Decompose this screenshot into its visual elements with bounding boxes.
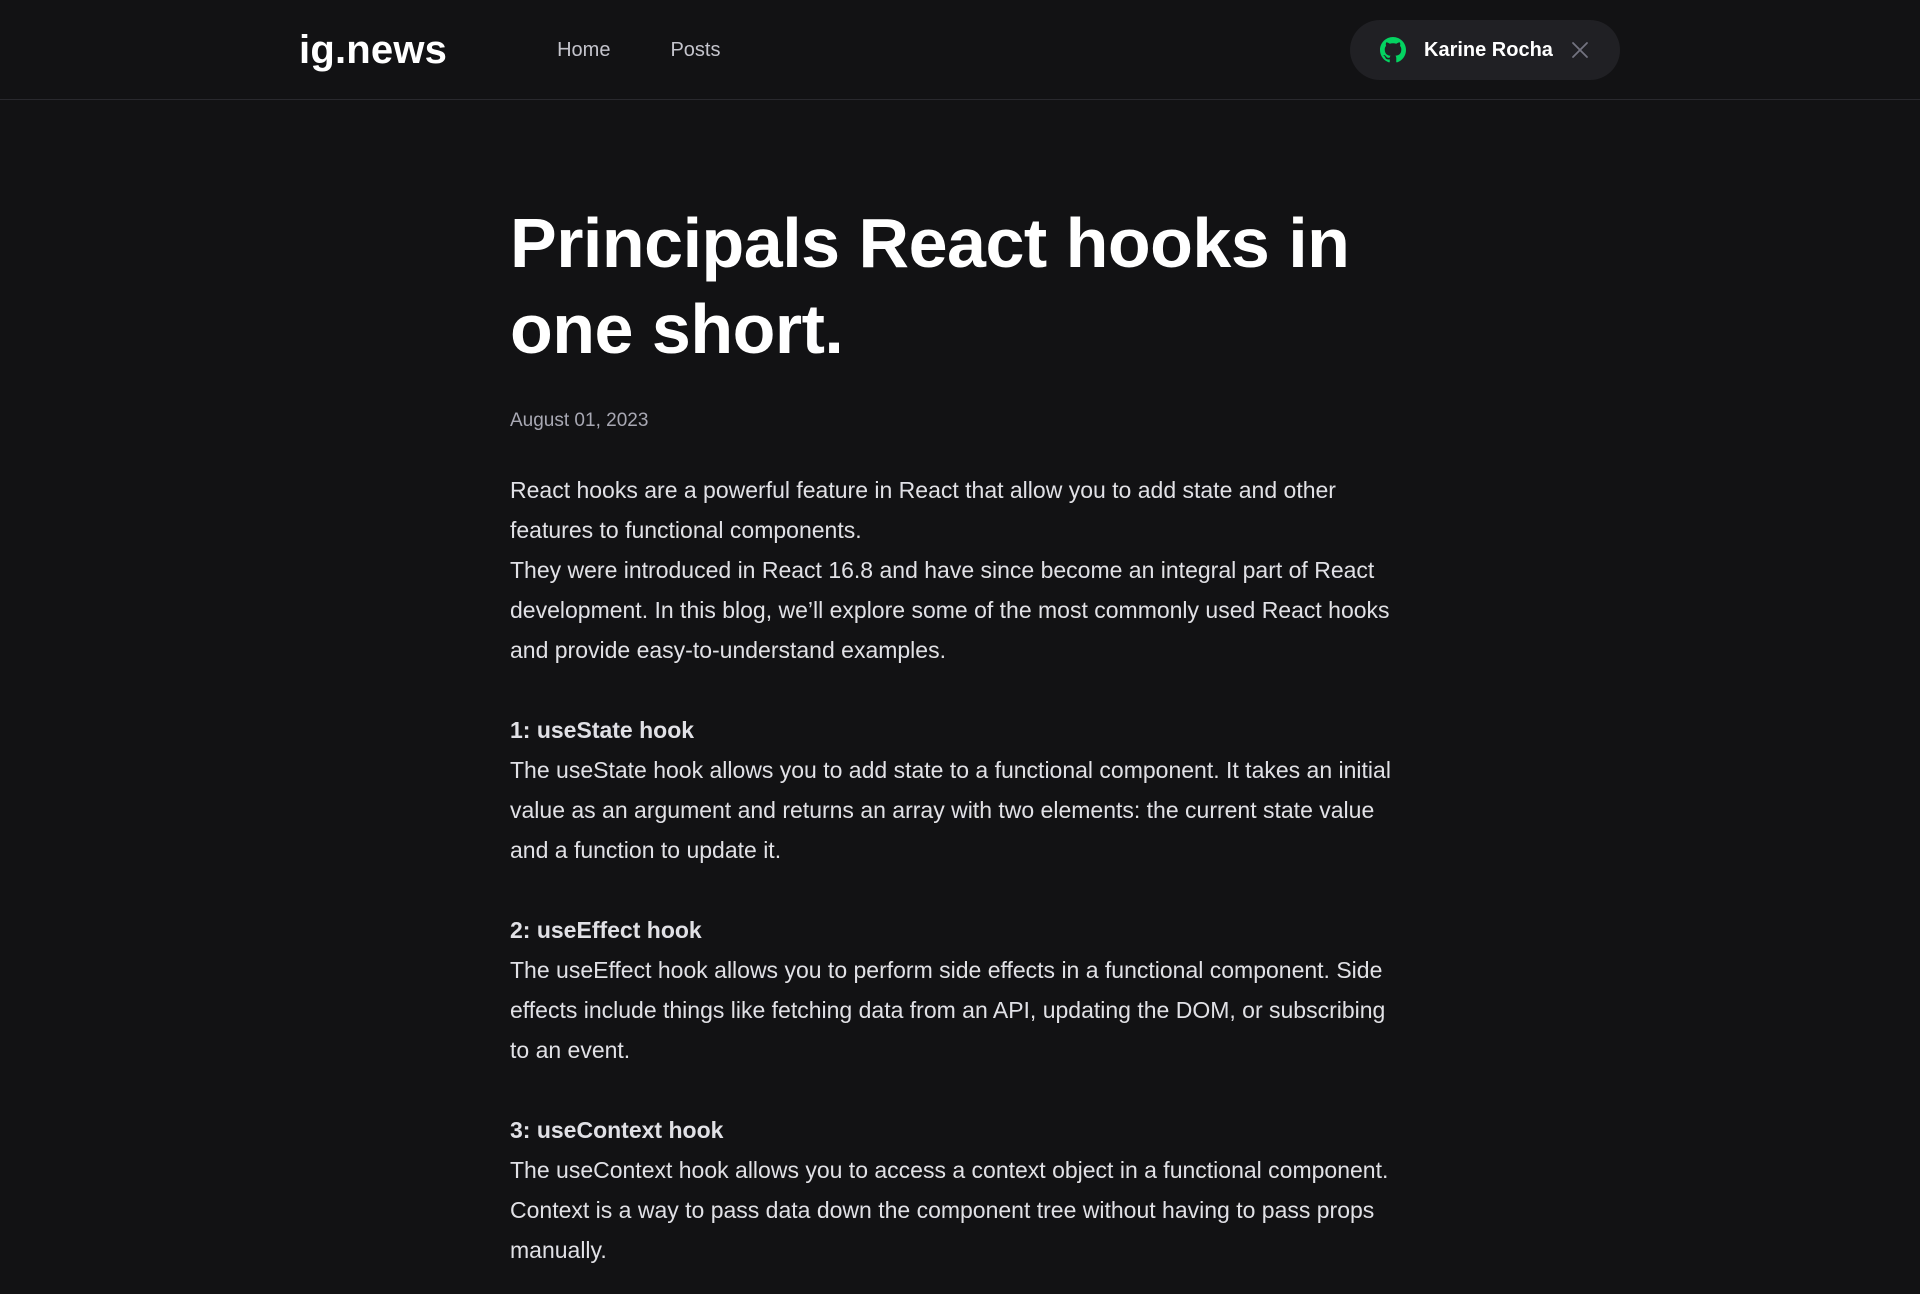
close-icon[interactable] bbox=[1570, 40, 1590, 60]
post-intro-paragraph: React hooks are a powerful feature in Re… bbox=[510, 477, 1336, 543]
section-heading-usestate: 1: useState hook bbox=[510, 717, 695, 743]
main-nav: Home Posts bbox=[557, 0, 780, 100]
github-icon bbox=[1380, 37, 1406, 63]
logo[interactable]: ig.news bbox=[299, 28, 447, 73]
nav-link-posts[interactable]: Posts bbox=[670, 0, 720, 100]
github-user-button[interactable]: Karine Rocha bbox=[1350, 20, 1620, 80]
section-heading-useeffect: 2: useEffect hook bbox=[510, 917, 702, 943]
post-date: August 01, 2023 bbox=[510, 410, 649, 431]
section-body-usestate: The useState hook allows you to add stat… bbox=[510, 757, 1391, 863]
post-intro-paragraph: They were introduced in React 16.8 and h… bbox=[510, 557, 1390, 663]
header-container: ig.news Home Posts Karine Rocha bbox=[299, 0, 1620, 100]
post-container: Principals React hooks in one short. Aug… bbox=[510, 100, 1410, 1270]
post-article: Principals React hooks in one short. Aug… bbox=[510, 200, 1410, 1270]
post-content: React hooks are a powerful feature in Re… bbox=[510, 470, 1410, 1270]
user-name: Karine Rocha bbox=[1424, 38, 1553, 61]
site-header: ig.news Home Posts Karine Rocha bbox=[0, 0, 1920, 100]
section-body-useeffect: The useEffect hook allows you to perform… bbox=[510, 957, 1386, 1063]
post-title: Principals React hooks in one short. bbox=[510, 204, 1350, 368]
section-body-usecontext: The useContext hook allows you to access… bbox=[510, 1157, 1389, 1263]
nav-link-home[interactable]: Home bbox=[557, 0, 610, 100]
section-heading-usecontext: 3: useContext hook bbox=[510, 1117, 724, 1143]
